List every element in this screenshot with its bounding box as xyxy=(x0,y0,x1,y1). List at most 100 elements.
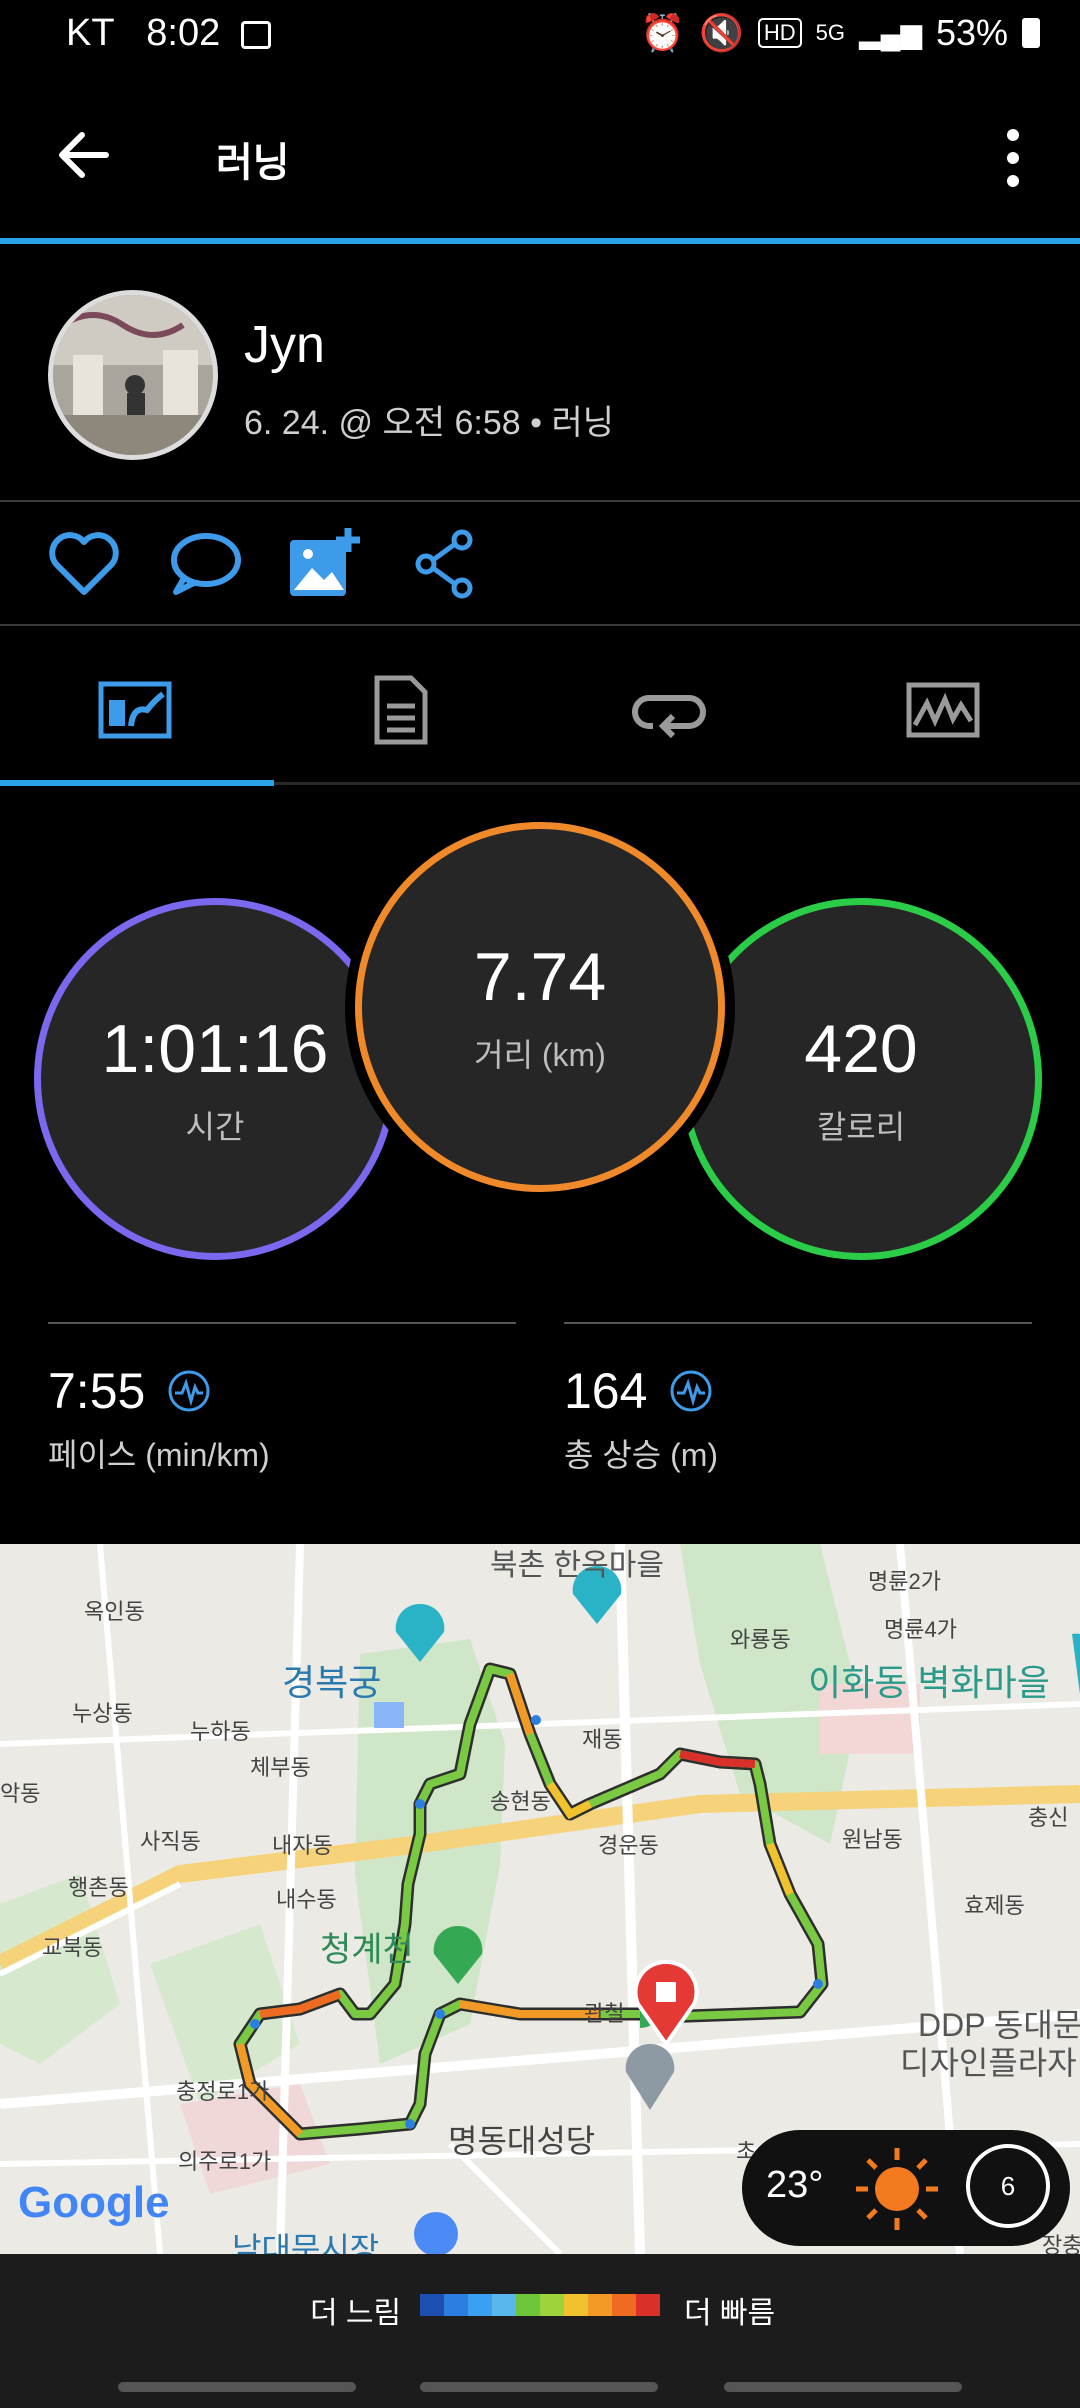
map-label: 사직동 xyxy=(140,1829,201,1854)
legend-swatch xyxy=(492,2294,516,2316)
tab-stats[interactable] xyxy=(266,640,536,780)
map-label: 악동 xyxy=(0,1781,41,1806)
legend-swatch xyxy=(516,2294,540,2316)
back-button[interactable] xyxy=(50,120,120,190)
map-label: 경운동 xyxy=(598,1833,659,1858)
network-5g-icon: 5G xyxy=(815,20,846,45)
route-map[interactable]: 북촌 한옥마을 옥인동 명륜2가 명륜4가 와룡동 경복궁 누상동 이화동 벽화마을 누하동 재동… xyxy=(0,1544,1080,2254)
map-label: 재동 xyxy=(582,1727,623,1752)
pace-divider xyxy=(48,1322,516,1324)
distance-ring: 7.74 거리 (km) xyxy=(355,822,725,1192)
calories-ring: 420 칼로리 xyxy=(680,898,1042,1260)
legend-swatch xyxy=(588,2294,612,2316)
nav-handle-left[interactable] xyxy=(118,2382,356,2392)
pace-label: 페이스 (min/km) xyxy=(48,1437,270,1473)
wind-gauge: 6 xyxy=(966,2144,1050,2228)
add-photo-button[interactable] xyxy=(284,524,364,604)
add-photo-icon xyxy=(290,528,360,596)
map-label: 와룡동 xyxy=(730,1627,791,1652)
clock: 8:02 xyxy=(146,12,221,54)
map-overview-icon xyxy=(98,681,172,739)
legend-swatch xyxy=(420,2294,444,2316)
share-button[interactable] xyxy=(404,524,484,604)
map-label: 누상동 xyxy=(72,1701,133,1726)
share-icon xyxy=(415,529,473,599)
map-label: 디자인플라자 xyxy=(900,2045,1077,2081)
time-label: 시간 xyxy=(185,1109,245,1145)
page-title: 러닝 xyxy=(216,141,290,185)
legend-slower-label: 더 느림 xyxy=(310,2297,402,2330)
tab-charts[interactable] xyxy=(808,640,1078,780)
google-logo: Google xyxy=(18,2178,170,2227)
pace-row[interactable]: 7:55 xyxy=(48,1362,211,1420)
legend-swatch xyxy=(444,2294,468,2316)
carrier: KT xyxy=(66,12,115,54)
map-label: 명동대성당 xyxy=(448,2123,596,2159)
map-label: 관철 xyxy=(584,2001,625,2026)
map-label: 원남동 xyxy=(842,1827,903,1852)
calories-value: 420 xyxy=(804,1011,918,1087)
avatar[interactable] xyxy=(48,290,218,460)
more-vert-icon xyxy=(1007,129,1019,187)
user-name: Jyn xyxy=(244,316,325,374)
nav-handle-center[interactable] xyxy=(420,2382,658,2392)
more-options-button[interactable] xyxy=(995,125,1031,191)
map-label: 청계천 xyxy=(320,1931,414,1969)
map-label: 북촌 한옥마을 xyxy=(490,1549,664,1582)
header-accent-line xyxy=(0,238,1080,244)
like-button[interactable] xyxy=(44,524,124,604)
legend-swatch xyxy=(564,2294,588,2316)
map-label: 효제동 xyxy=(964,1893,1025,1918)
chart-icon xyxy=(906,682,980,738)
alarm-icon: ⏰ xyxy=(640,12,686,53)
signal-icon: ▂▄▆ xyxy=(859,17,922,49)
gallery-icon xyxy=(240,20,271,49)
legend-swatch xyxy=(468,2294,492,2316)
map-label: 경복궁 xyxy=(282,1662,382,1703)
wind-value: 6 xyxy=(1000,2170,1016,2201)
ascent-label: 총 상승 (m) xyxy=(564,1437,719,1473)
status-bar: KT 8:02 ⏰ 🔇 HD 5G ▂▄▆ 53% xyxy=(0,0,1080,72)
legend-swatch xyxy=(612,2294,636,2316)
laps-loop-icon xyxy=(632,695,706,738)
time-value: 1:01:16 xyxy=(101,1011,329,1087)
avatar-photo xyxy=(53,295,213,455)
mute-icon: 🔇 xyxy=(699,12,744,53)
divider xyxy=(0,500,1080,502)
map-label: 내자동 xyxy=(272,1833,333,1858)
weather-widget: 23° 6 xyxy=(742,2130,1070,2246)
map-label: 누하동 xyxy=(190,1719,251,1744)
temperature: 23° xyxy=(766,2164,824,2206)
tab-overview[interactable] xyxy=(0,640,270,780)
map-label: 행촌동 xyxy=(68,1875,129,1900)
map-label: 내수동 xyxy=(276,1887,337,1912)
comment-button[interactable] xyxy=(164,524,244,604)
tab-track xyxy=(274,782,1080,785)
map-label: 명륜4가 xyxy=(884,1617,957,1642)
battery-percent: 53% xyxy=(935,12,1008,53)
ascent-divider xyxy=(564,1322,1032,1324)
map-label: 충정로1가 xyxy=(176,2079,270,2104)
battery-icon xyxy=(1022,18,1040,48)
back-arrow-icon xyxy=(59,132,109,178)
map-label: 옥인동 xyxy=(84,1599,145,1624)
tab-laps[interactable] xyxy=(534,640,804,780)
legend-faster-label: 더 빠름 xyxy=(684,2297,776,2330)
pulse-icon xyxy=(670,1370,712,1412)
calories-label: 칼로리 xyxy=(816,1109,906,1145)
heart-icon xyxy=(49,532,119,595)
document-icon xyxy=(374,675,428,745)
hd-icon: HD xyxy=(757,18,802,48)
map-label: 송현동 xyxy=(490,1789,551,1814)
activity-date: 6. 24. @ 오전 6:58 • 러닝 xyxy=(244,404,615,442)
sun-icon xyxy=(856,2148,938,2230)
map-label: 명륜2가 xyxy=(868,1569,941,1594)
status-left: KT 8:02 xyxy=(66,12,271,55)
nav-handle-right[interactable] xyxy=(724,2382,962,2392)
time-ring: 1:01:16 시간 xyxy=(34,898,396,1260)
ascent-row[interactable]: 164 xyxy=(564,1362,713,1420)
map-label: 남대문시장 xyxy=(232,2231,380,2254)
comment-bubble-icon xyxy=(171,533,241,595)
legend-swatch xyxy=(636,2294,660,2316)
divider xyxy=(0,624,1080,626)
